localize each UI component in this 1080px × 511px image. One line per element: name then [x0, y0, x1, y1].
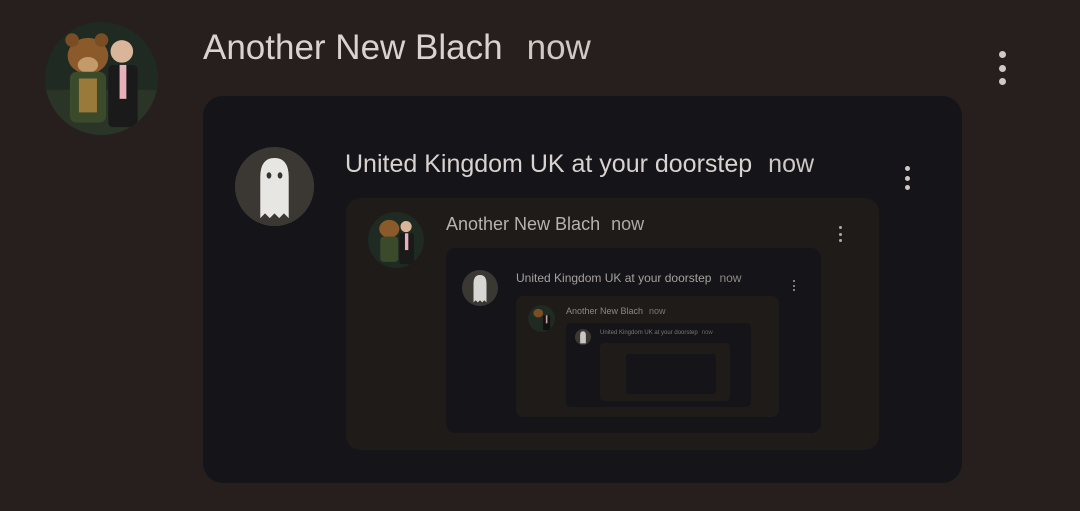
dot-icon	[793, 280, 795, 282]
dot-icon	[998, 78, 1006, 85]
dot-icon	[838, 226, 842, 229]
nested2-header: United Kingdom UK at your doorstep now	[516, 271, 741, 285]
nested2-time: now	[719, 271, 742, 285]
nested2-more-button[interactable]	[791, 280, 797, 291]
shared-more-button[interactable]	[901, 166, 913, 190]
deepest-post-card	[626, 354, 716, 394]
dot-icon	[904, 175, 910, 181]
nested-time: now	[611, 214, 645, 234]
nested3-author[interactable]: Another New Blach	[566, 306, 643, 316]
shared-avatar[interactable]	[235, 147, 314, 226]
nested2-avatar[interactable]	[462, 270, 498, 306]
post-author[interactable]: Another New Blach	[203, 28, 503, 68]
nested4-author[interactable]: United Kingdom UK at your doorstep	[600, 330, 698, 336]
nested-more-button[interactable]	[836, 226, 844, 242]
dot-icon	[998, 51, 1006, 58]
shared-header: United Kingdom UK at your doorstep now	[345, 150, 814, 179]
ghost-photo-icon	[462, 270, 498, 306]
nested-header: Another New Blach now	[446, 214, 644, 235]
nested4-header: United Kingdom UK at your doorstep now	[600, 330, 713, 336]
post-more-button[interactable]	[995, 51, 1009, 85]
dot-icon	[998, 64, 1006, 72]
nested-author[interactable]: Another New Blach	[446, 214, 600, 235]
dot-icon	[793, 289, 795, 291]
ghost-photo-icon	[575, 329, 591, 345]
nested4-avatar[interactable]	[575, 329, 591, 345]
post-header: Another New Blach now	[203, 28, 591, 68]
dot-icon	[904, 185, 910, 190]
nested3-avatar[interactable]	[528, 305, 555, 332]
nested3-header: Another New Blach now	[566, 306, 666, 316]
dot-icon	[793, 284, 795, 287]
bear-and-man-photo-icon	[45, 22, 158, 135]
nested4-time: now	[701, 330, 713, 336]
nested-avatar[interactable]	[368, 212, 424, 268]
shared-time: now	[768, 150, 815, 178]
bear-and-man-photo-icon	[528, 305, 555, 332]
author-avatar[interactable]	[45, 22, 158, 135]
bear-and-man-photo-icon	[368, 212, 424, 268]
nested3-time: now	[649, 306, 666, 316]
ghost-photo-icon	[235, 147, 314, 226]
dot-icon	[838, 232, 842, 236]
nested2-author[interactable]: United Kingdom UK at your doorstep	[516, 271, 711, 285]
dot-icon	[838, 239, 842, 242]
shared-author[interactable]: United Kingdom UK at your doorstep	[345, 150, 752, 179]
post-time: now	[526, 28, 591, 67]
dot-icon	[904, 166, 910, 171]
